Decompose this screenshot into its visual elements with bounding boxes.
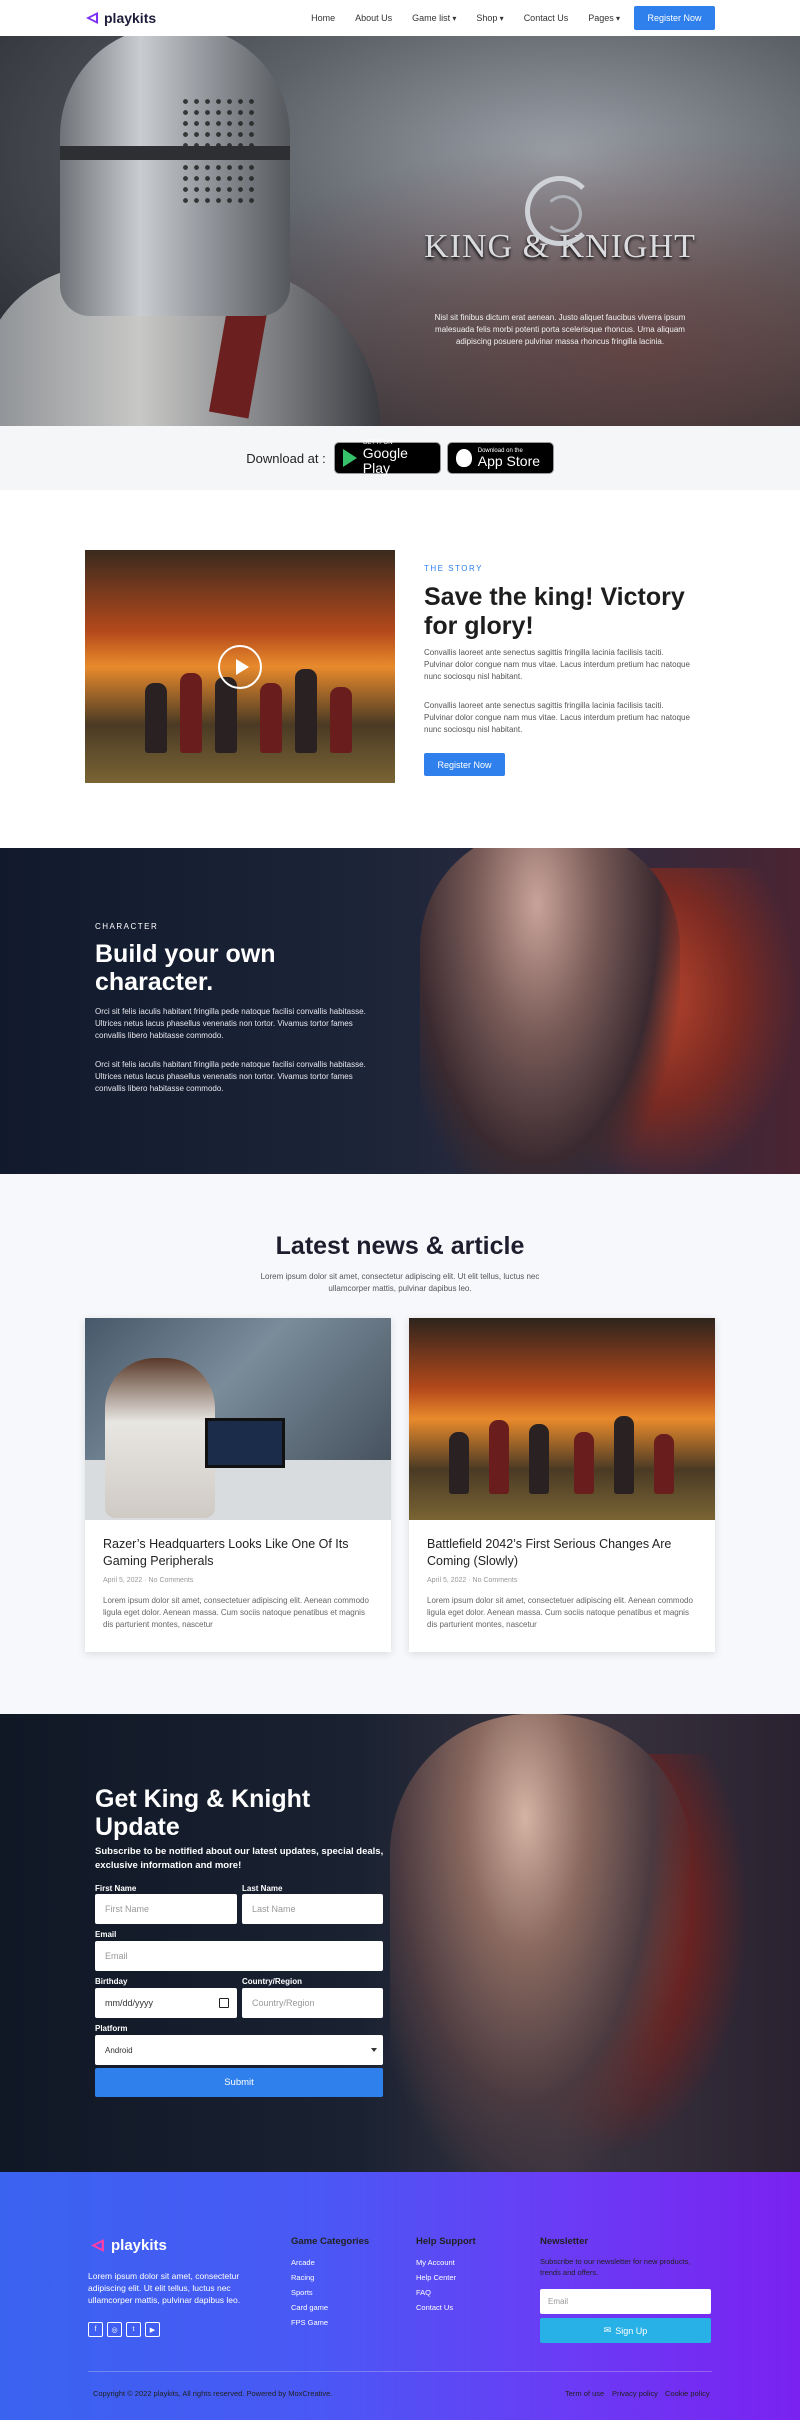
footer-link-racing[interactable]: Racing [291, 2273, 314, 2282]
signup-subtitle: Subscribe to be notified about our lates… [95, 1846, 384, 1871]
facebook-icon[interactable]: f [88, 2322, 103, 2337]
nav-game-list[interactable]: Game list [412, 13, 456, 23]
first-name-label: First Name [95, 1884, 137, 1893]
submit-button[interactable]: Submit [95, 2068, 383, 2097]
footer-link-faq[interactable]: FAQ [416, 2288, 431, 2297]
character-paragraph: Orci sit felis iaculis habitant fringill… [95, 1007, 366, 1040]
calendar-icon[interactable] [219, 1998, 229, 2008]
news-card-meta: April 5, 2022 · No Comments [103, 1577, 194, 1584]
download-bar: Download at : GET IT ON Google Play Downl… [0, 426, 800, 490]
signup-warrior-image [390, 1714, 690, 2172]
footer-link-my-account[interactable]: My Account [416, 2258, 455, 2267]
signup-title: Get King & Knight Update [95, 1785, 311, 1841]
nav-shop[interactable]: Shop [476, 13, 503, 23]
apple-icon [455, 449, 472, 467]
game-emblem-icon [525, 176, 595, 246]
game-logo: KING & KNIGHT [420, 176, 700, 266]
newsletter-title: Newsletter [540, 2236, 589, 2247]
platform-label: Platform [95, 2024, 128, 2033]
top-navbar: playkits Home About Us Game list Shop Co… [0, 0, 800, 36]
footer-link-arcade[interactable]: Arcade [291, 2258, 315, 2267]
newsletter-email-field[interactable]: Email [540, 2289, 711, 2314]
first-name-field[interactable]: First Name [95, 1894, 237, 1924]
logo-mark-icon [86, 12, 98, 24]
birthday-field[interactable]: mm/dd/yyyy [95, 1988, 237, 2018]
footer-link-help-center[interactable]: Help Center [416, 2273, 456, 2282]
google-play-icon [342, 449, 357, 467]
newsletter-signup-button[interactable]: ✉ Sign Up [540, 2318, 711, 2343]
google-play-badge[interactable]: GET IT ON Google Play [333, 440, 441, 476]
instagram-icon[interactable]: ◎ [107, 2322, 122, 2337]
play-video-icon[interactable] [218, 645, 262, 689]
story-eyebrow: THE STORY [424, 564, 483, 573]
news-thumbnail[interactable] [409, 1318, 715, 1520]
news-card-excerpt: Lorem ipsum dolor sit amet, consectetuer… [427, 1596, 693, 1629]
news-card[interactable]: Razer’s Headquarters Looks Like One Of I… [85, 1318, 391, 1652]
footer-link-card-game[interactable]: Card game [291, 2303, 328, 2312]
game-categories-title: Game Categories [291, 2236, 370, 2247]
email-label: Email [95, 1930, 117, 1939]
nav-home[interactable]: Home [311, 13, 335, 23]
hero-banner: KING & KNIGHT [0, 36, 800, 426]
nav-links: Home About Us Game list Shop Contact Us … [311, 13, 620, 23]
nav-pages[interactable]: Pages [588, 13, 620, 23]
download-label: Download at : [246, 450, 326, 466]
country-label: Country/Region [242, 1977, 302, 1986]
news-card-title[interactable]: Razer’s Headquarters Looks Like One Of I… [103, 1536, 373, 1570]
cookie-link[interactable]: Cookie policy [665, 2389, 710, 2398]
news-subtitle: Lorem ipsum dolor sit amet, consectetur … [260, 1272, 540, 1293]
last-name-label: Last Name [242, 1884, 283, 1893]
character-title: Build your own character. [95, 940, 276, 996]
footer-description: Lorem ipsum dolor sit amet, consectetur … [88, 2271, 241, 2305]
hero-description: Nisl sit finibus dictum erat aenean. Jus… [434, 313, 686, 346]
footer-link-contact-us[interactable]: Contact Us [416, 2303, 453, 2312]
nav-contact-us[interactable]: Contact Us [524, 13, 569, 23]
social-links: f ◎ t ▶ [88, 2322, 160, 2337]
news-title: Latest news & article [275, 1232, 525, 1260]
birthday-label: Birthday [95, 1977, 128, 1986]
logo-mark-icon [91, 2239, 104, 2252]
youtube-icon[interactable]: ▶ [145, 2322, 160, 2337]
story-paragraph: Convallis laoreet ante senectus sagittis… [424, 648, 690, 681]
footer-link-sports[interactable]: Sports [291, 2288, 313, 2297]
logo-text: playkits [104, 10, 157, 26]
character-eyebrow: CHARACTER [95, 922, 159, 931]
news-thumbnail[interactable] [85, 1318, 391, 1520]
email-field[interactable]: Email [95, 1941, 383, 1971]
nav-about-us[interactable]: About Us [355, 13, 392, 23]
footer-logo[interactable]: playkits [90, 2237, 167, 2254]
help-support-title: Help Support [416, 2236, 476, 2247]
character-paragraph: Orci sit felis iaculis habitant fringill… [95, 1060, 366, 1093]
news-card[interactable]: Battlefield 2042’s First Serious Changes… [409, 1318, 715, 1652]
news-card-title[interactable]: Battlefield 2042’s First Serious Changes… [427, 1536, 697, 1570]
newsletter-text: Subscribe to our newsletter for new prod… [540, 2257, 691, 2277]
site-logo[interactable]: playkits [85, 10, 156, 26]
nav-register-button[interactable]: Register Now [634, 6, 715, 30]
terms-link[interactable]: Term of use [565, 2389, 604, 2398]
knight-helmet-image [60, 36, 290, 316]
last-name-field[interactable]: Last Name [242, 1894, 383, 1924]
footer-link-fps-game[interactable]: FPS Game [291, 2318, 328, 2327]
story-paragraph: Convallis laoreet ante senectus sagittis… [424, 701, 690, 734]
character-warrior-image [420, 848, 680, 1174]
copyright-text: Copyright © 2022 playkits, All rights re… [93, 2389, 333, 2398]
country-field[interactable]: Country/Region [242, 1988, 383, 2018]
platform-select[interactable]: Android [95, 2035, 383, 2065]
footer-divider [88, 2371, 712, 2372]
story-register-button[interactable]: Register Now [424, 753, 505, 776]
news-card-excerpt: Lorem ipsum dolor sit amet, consectetuer… [103, 1596, 369, 1629]
chevron-down-icon [371, 2048, 377, 2052]
story-video-thumbnail[interactable] [85, 550, 395, 783]
envelope-icon: ✉ [603, 2325, 612, 2335]
app-store-badge[interactable]: Download on the App Store [446, 442, 554, 474]
privacy-link[interactable]: Privacy policy [612, 2389, 658, 2398]
news-card-meta: April 5, 2022 · No Comments [427, 1577, 518, 1584]
twitter-icon[interactable]: t [126, 2322, 141, 2337]
story-title: Save the king! Victory for glory! [424, 583, 685, 640]
